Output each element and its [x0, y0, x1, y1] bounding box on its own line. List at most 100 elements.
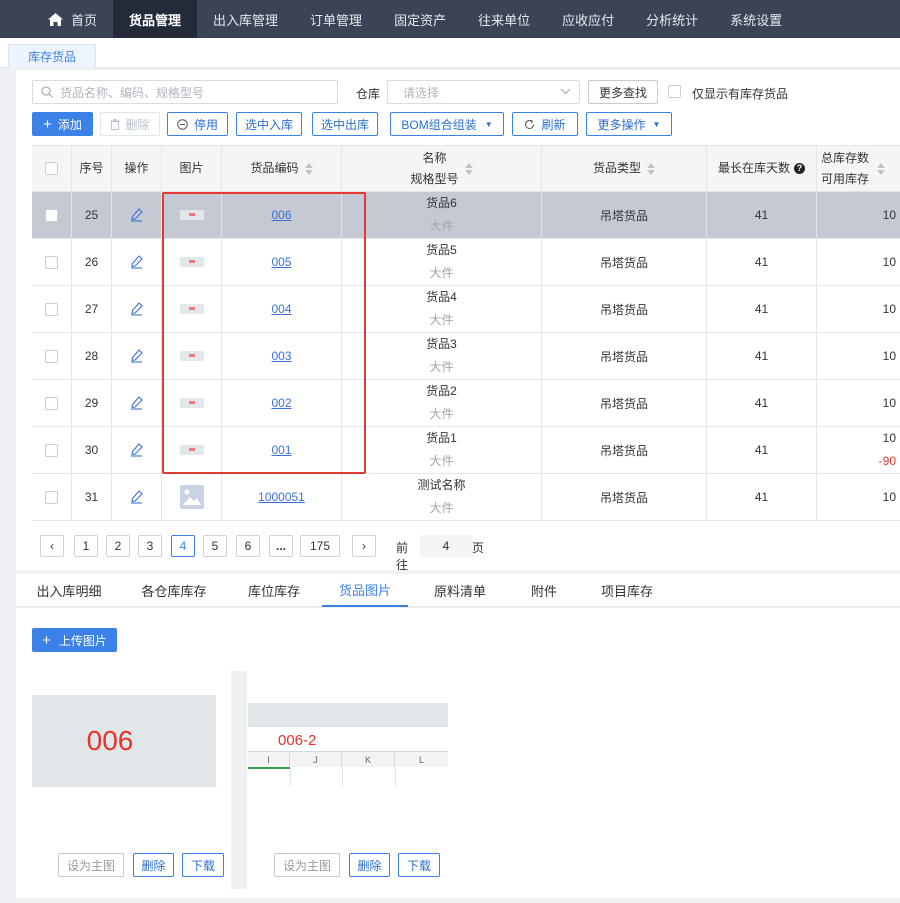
avail-stock: -90	[878, 454, 896, 468]
header-avail-stock-label: 可用库存	[821, 171, 870, 186]
detail-tab-3[interactable]: 货品图片	[322, 574, 408, 607]
caret-down-icon: ▼	[484, 119, 493, 129]
download-image-button[interactable]: 下载	[182, 853, 224, 877]
row-stock: 10	[817, 380, 900, 426]
goods-code-link[interactable]: 1000051	[258, 490, 305, 504]
nav-item-0[interactable]: 货品管理	[113, 0, 198, 38]
only-stock-checkbox[interactable]	[668, 85, 681, 98]
stock-in-button[interactable]: 选中入库	[236, 112, 302, 136]
row-seq: 28	[72, 333, 112, 379]
delete-image-button[interactable]: 删除	[133, 853, 174, 877]
row-name-spec: 货品2 大件	[342, 380, 542, 426]
row-image	[162, 474, 222, 520]
table-row[interactable]: 31 1000051 测试名称 大件 吊塔货品 41 10	[32, 474, 900, 521]
detail-tab-2[interactable]: 库位库存	[230, 574, 318, 607]
edit-pencil-icon[interactable]	[130, 302, 143, 316]
product-image-1[interactable]: 006	[32, 695, 216, 787]
edit-pencil-icon[interactable]	[130, 349, 143, 363]
next-page-button[interactable]: ›	[352, 535, 376, 557]
top-nav: 首页 货品管理 出入库管理 订单管理 固定资产 往来单位 应收应付 分析统计 系统设置	[0, 0, 900, 38]
header-stock[interactable]: 总库存数 可用库存	[817, 146, 900, 191]
row-stock: 10	[817, 192, 900, 238]
header-type[interactable]: 货品类型	[542, 146, 707, 191]
row-stock: 10 -90	[817, 427, 900, 473]
edit-pencil-icon[interactable]	[130, 396, 143, 410]
header-select	[32, 146, 72, 191]
nav-item-7[interactable]: 系统设置	[714, 0, 798, 38]
edit-pencil-icon[interactable]	[130, 255, 143, 269]
page-ellipsis[interactable]: ...	[269, 535, 293, 557]
row-checkbox[interactable]	[45, 396, 58, 410]
chevron-down-icon	[560, 88, 571, 95]
nav-item-2[interactable]: 订单管理	[294, 0, 378, 38]
page-button[interactable]: 3	[138, 535, 162, 557]
row-name-spec: 货品3 大件	[342, 333, 542, 379]
nav-item-3[interactable]: 固定资产	[378, 0, 462, 38]
set-main-image-button[interactable]: 设为主图	[274, 853, 340, 877]
page-button[interactable]: 2	[106, 535, 130, 557]
nav-item-4[interactable]: 往来单位	[462, 0, 546, 38]
header-name-label: 名称	[422, 150, 447, 165]
column-letter: J	[290, 752, 342, 768]
edit-pencil-icon[interactable]	[130, 490, 143, 504]
detail-tab-0[interactable]: 出入库明细	[16, 574, 122, 607]
detail-tab-4[interactable]: 原料清单	[418, 574, 502, 607]
image-placeholder-icon[interactable]	[179, 485, 204, 509]
help-icon[interactable]: ?	[794, 163, 805, 174]
row-checkbox[interactable]	[45, 443, 58, 457]
delete-button[interactable]: 删除	[100, 112, 160, 136]
detail-tab-1[interactable]: 各仓库库存	[126, 574, 222, 607]
search-placeholder: 货品名称、编码、规格型号	[60, 85, 205, 100]
total-stock: 10	[882, 348, 896, 363]
edit-pencil-icon[interactable]	[130, 443, 143, 457]
row-op	[112, 333, 162, 379]
chevron-left-icon: ‹	[50, 539, 54, 553]
nav-home[interactable]: 首页	[0, 0, 113, 38]
row-name-spec: 货品6 大件	[342, 192, 542, 238]
page-button[interactable]: 5	[203, 535, 227, 557]
download-image-button[interactable]: 下载	[398, 853, 440, 877]
select-all-checkbox[interactable]	[45, 162, 58, 175]
page-button[interactable]: 1	[74, 535, 98, 557]
row-checkbox[interactable]	[45, 490, 58, 504]
disable-button[interactable]: 停用	[167, 112, 228, 136]
upload-label: 上传图片	[58, 633, 107, 648]
prev-page-button[interactable]: ‹	[40, 535, 64, 557]
caret-down-icon: ▼	[652, 119, 661, 129]
header-total-stock-label: 总库存数	[821, 150, 870, 165]
edit-pencil-icon[interactable]	[130, 208, 143, 222]
add-button[interactable]: + 添加	[32, 112, 93, 136]
row-checkbox[interactable]	[45, 349, 58, 363]
goods-spec: 大件	[429, 454, 454, 468]
nav-item-5[interactable]: 应收应付	[546, 0, 630, 38]
goods-name: 测试名称	[417, 478, 466, 492]
tab-stock-goods[interactable]: 库存货品	[8, 44, 96, 68]
row-checkbox[interactable]	[45, 208, 58, 222]
more-ops-dropdown-button[interactable]: 更多操作 ▼	[586, 112, 672, 136]
set-main-image-button[interactable]: 设为主图	[58, 853, 124, 877]
bom-dropdown-button[interactable]: BOM组合组装 ▼	[390, 112, 504, 136]
page-button[interactable]: 6	[236, 535, 260, 557]
refresh-button[interactable]: 刷新	[512, 112, 578, 136]
filter-bar: 货品名称、编码、规格型号 仓库 请选择 更多查找 仅显示有库存货品	[32, 80, 892, 104]
warehouse-select[interactable]: 请选择	[387, 80, 580, 104]
page-button[interactable]: 4	[171, 535, 195, 557]
row-checkbox[interactable]	[45, 255, 58, 269]
nav-item-1[interactable]: 出入库管理	[197, 0, 294, 38]
detail-tab-6[interactable]: 项目库存	[582, 574, 672, 607]
goto-page-input[interactable]: 4	[420, 535, 472, 557]
row-op	[112, 192, 162, 238]
stock-out-button[interactable]: 选中出库	[312, 112, 378, 136]
more-search-button[interactable]: 更多查找	[588, 80, 658, 104]
row-op	[112, 286, 162, 332]
header-name-spec[interactable]: 名称 规格型号	[342, 146, 542, 191]
column-letter: K	[342, 752, 395, 768]
search-input[interactable]: 货品名称、编码、规格型号	[32, 80, 338, 104]
upload-image-button[interactable]: + 上传图片	[32, 628, 117, 652]
page-button[interactable]: 175	[300, 535, 340, 557]
nav-item-6[interactable]: 分析统计	[630, 0, 714, 38]
row-checkbox[interactable]	[45, 302, 58, 316]
delete-image-button[interactable]: 删除	[349, 853, 390, 877]
detail-tab-5[interactable]: 附件	[510, 574, 578, 607]
header-code[interactable]: 货品编码	[222, 146, 342, 191]
